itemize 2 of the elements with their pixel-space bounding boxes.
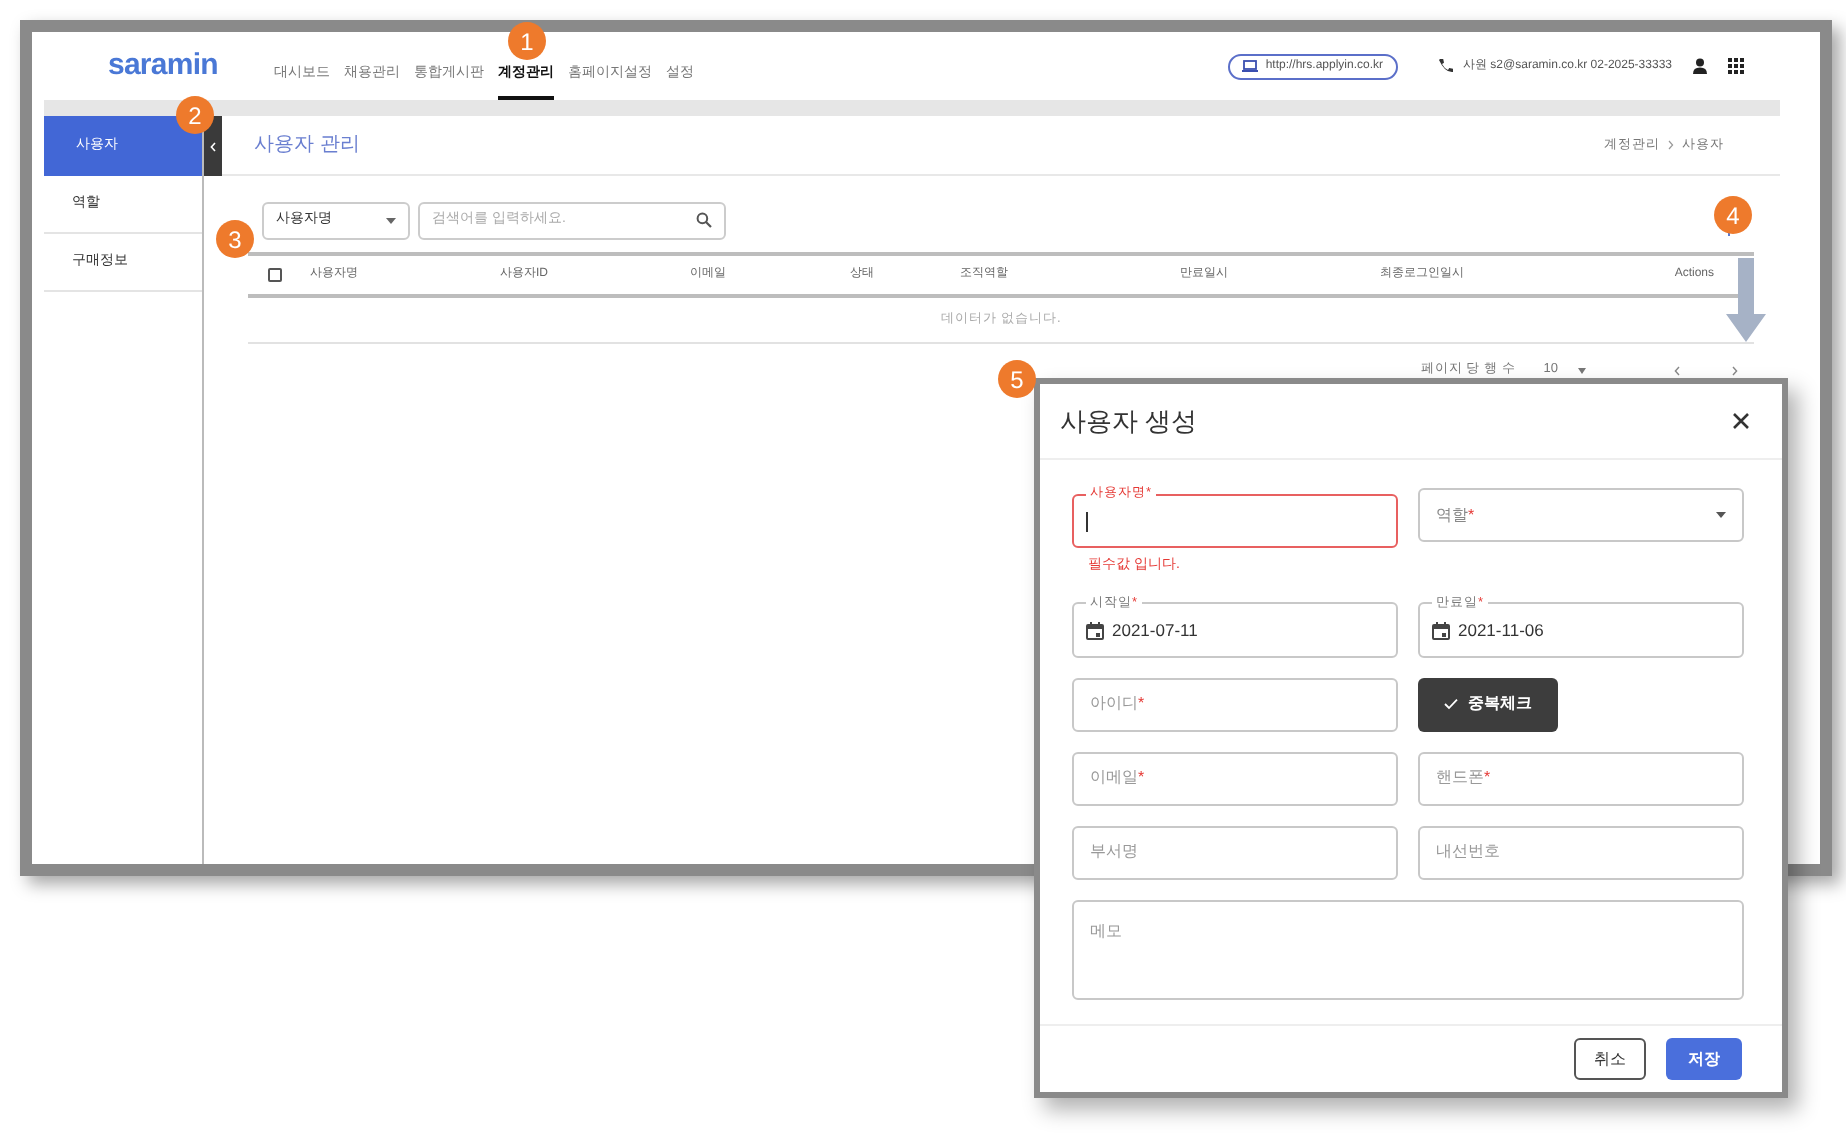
page-title: 사용자 관리 — [254, 132, 360, 160]
dialog-title: 사용자 생성 — [1060, 403, 1198, 440]
